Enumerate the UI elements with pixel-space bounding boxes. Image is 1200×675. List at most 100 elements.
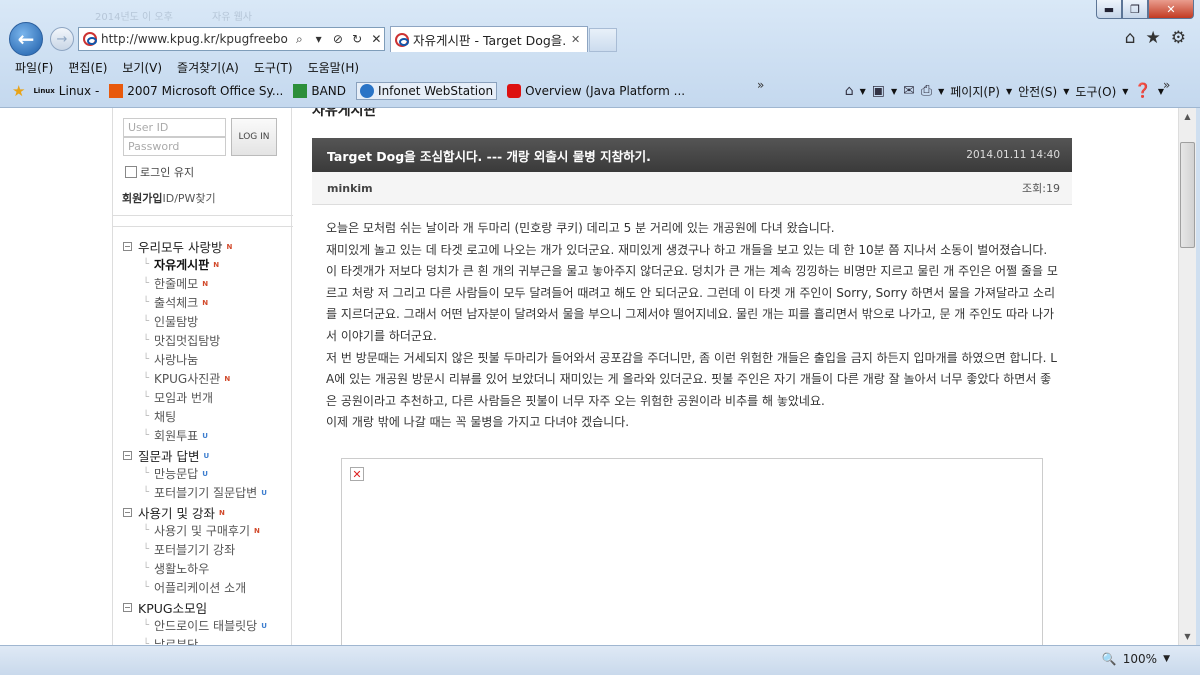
scrollbar-thumb[interactable] xyxy=(1180,142,1195,248)
sidebar-item-allqna[interactable]: └ 만능문답 U xyxy=(143,465,208,482)
mail-icon[interactable]: ✉ xyxy=(903,83,915,99)
tree-branch-icon: └ xyxy=(143,392,150,403)
join-link[interactable]: 회원가입 xyxy=(122,192,162,205)
vertical-scrollbar[interactable]: ▲ ▼ xyxy=(1178,108,1196,645)
favorites-star-icon[interactable]: ★ xyxy=(1146,28,1161,48)
tools-menu[interactable]: 도구(O) xyxy=(1075,83,1116,100)
sidebar-item-people[interactable]: └ 인물탐방 xyxy=(143,313,198,330)
scroll-down-arrow-icon[interactable]: ▼ xyxy=(1179,628,1196,645)
sidebar-item-label: KPUG사진관 xyxy=(154,372,221,386)
dropdown-arrow-icon[interactable]: ▾ xyxy=(311,32,326,46)
stop-icon[interactable]: ✕ xyxy=(369,32,384,46)
sidebar-item-chat[interactable]: └ 채팅 xyxy=(143,408,176,425)
active-tab[interactable]: 자유게시판 - Target Dog을... ✕ xyxy=(390,26,588,52)
dropdown-arrow-icon[interactable]: ▼ xyxy=(1158,87,1164,96)
dropdown-arrow-icon[interactable]: ▼ xyxy=(1122,87,1128,96)
refresh-icon[interactable]: ↻ xyxy=(350,32,365,46)
home-icon[interactable]: ⌂ xyxy=(845,83,854,99)
home-icon[interactable]: ⌂ xyxy=(1125,28,1136,48)
minimize-button[interactable]: ▬ xyxy=(1096,0,1122,19)
dropdown-arrow-icon[interactable]: ▼ xyxy=(891,87,897,96)
help-icon[interactable]: ❓ xyxy=(1134,83,1151,99)
sidebar-item-meetups[interactable]: └ 모임과 번개 xyxy=(143,389,213,406)
close-button[interactable]: ✕ xyxy=(1148,0,1194,19)
page-menu[interactable]: 페이지(P) xyxy=(950,83,1000,100)
sidebar-category-groups[interactable]: KPUG소모임 xyxy=(123,598,207,617)
sidebar-item-label: 회원투표 xyxy=(154,429,199,443)
find-id-link[interactable]: ID/PW찾기 xyxy=(162,192,215,205)
user-id-input[interactable]: User ID xyxy=(123,118,226,137)
sidebar-category-reviews[interactable]: 사용기 및 강좌 N xyxy=(123,503,225,522)
safety-menu[interactable]: 안전(S) xyxy=(1018,83,1057,100)
favorite-label: 2007 Microsoft Office Sy... xyxy=(127,84,284,98)
favorite-band[interactable]: BAND xyxy=(293,84,346,98)
tree-branch-icon: └ xyxy=(143,582,150,593)
sidebar-category-qna[interactable]: 질문과 답변 U xyxy=(123,446,209,465)
compatibility-icon[interactable]: ⊘ xyxy=(330,32,345,46)
sidebar-item-label: 포터블기기 강좌 xyxy=(154,543,236,557)
favorite-office[interactable]: 2007 Microsoft Office Sy... xyxy=(109,84,283,98)
post-paragraph: 이제 개랑 밖에 나갈 때는 꼭 물병을 가지고 다녀야 겠습니다. xyxy=(326,415,630,430)
password-input[interactable]: Password xyxy=(123,137,226,156)
address-bar[interactable]: http://www.kpug.kr/kpugfreeboard/ ⌕ ▾ ⊘ … xyxy=(78,27,385,51)
sidebar-item-portable-qna[interactable]: └ 포터블기기 질문답변 U xyxy=(143,484,267,501)
tree-branch-icon: └ xyxy=(143,563,150,574)
zoom-control[interactable]: 🔍 100% ▼ xyxy=(1102,652,1170,666)
menu-file[interactable]: 파일(F) xyxy=(15,59,53,76)
back-button[interactable]: ← xyxy=(9,22,43,56)
sidebar-item-label: 질문과 답변 xyxy=(138,449,200,464)
tab-close-icon[interactable]: ✕ xyxy=(571,33,580,46)
print-icon[interactable]: ⎙ xyxy=(921,83,932,99)
login-button[interactable]: LOG IN xyxy=(231,118,277,156)
collapse-icon xyxy=(123,508,132,517)
menu-edit[interactable]: 편집(E) xyxy=(68,59,107,76)
sidebar-item-label: 출석체크 xyxy=(154,296,199,310)
favorite-java[interactable]: Overview (Java Platform ... xyxy=(507,84,685,98)
remember-login[interactable]: 로그인 유지 xyxy=(125,164,194,180)
sidebar-item-purchase-reviews[interactable]: └ 사용기 및 구매후기 N xyxy=(143,522,260,539)
sidebar-item-freeboard[interactable]: └ 자유게시판 N xyxy=(143,256,219,273)
remember-checkbox[interactable] xyxy=(125,166,137,178)
dropdown-arrow-icon[interactable]: ▼ xyxy=(860,87,866,96)
dropdown-arrow-icon[interactable]: ▼ xyxy=(938,87,944,96)
remember-label: 로그인 유지 xyxy=(140,166,195,179)
menu-favorites[interactable]: 즐겨찾기(A) xyxy=(177,59,239,76)
back-arrow-icon: ← xyxy=(17,27,35,51)
sidebar-item-android-tablet[interactable]: └ 안드로이드 태블릿당 U xyxy=(143,617,267,634)
gear-icon[interactable]: ⚙ xyxy=(1171,28,1186,48)
favorite-infonet[interactable]: Infonet WebStation xyxy=(356,82,498,100)
sidebar-category-lounge[interactable]: 우리모두 사랑방 N xyxy=(123,237,232,256)
rss-feed-icon[interactable]: ▣ xyxy=(872,83,885,99)
sidebar-item-label: 자유게시판 xyxy=(154,258,210,272)
favorite-linux[interactable]: Linux Linux - xyxy=(25,84,99,98)
maximize-button[interactable]: ❐ xyxy=(1122,0,1148,19)
sidebar-item-restaurants[interactable]: └ 맛집멋집탐방 xyxy=(143,332,220,349)
new-tab-button[interactable] xyxy=(589,28,617,52)
view-count: 조회:19 xyxy=(1022,182,1060,195)
sidebar-item-lifehacks[interactable]: └ 생활노하우 xyxy=(143,560,209,577)
favorites-overflow-icon[interactable]: » xyxy=(757,78,764,92)
tree-branch-icon: └ xyxy=(143,354,150,365)
sidebar-item-portable-lectures[interactable]: └ 포터블기기 강좌 xyxy=(143,541,235,558)
menu-help[interactable]: 도움말(H) xyxy=(308,59,360,76)
scroll-up-arrow-icon[interactable]: ▲ xyxy=(1179,108,1196,125)
sidebar-item-attendance[interactable]: └ 출석체크 N xyxy=(143,294,208,311)
sidebar-item-sharing[interactable]: └ 사랑나눔 xyxy=(143,351,198,368)
dropdown-arrow-icon[interactable]: ▼ xyxy=(1163,654,1170,664)
post-author[interactable]: minkim xyxy=(327,182,373,195)
address-text[interactable]: http://www.kpug.kr/kpugfreeboard/ xyxy=(101,32,288,46)
menu-view[interactable]: 보기(V) xyxy=(122,59,162,76)
sidebar-item-memo[interactable]: └ 한줄메모 N xyxy=(143,275,208,292)
dropdown-arrow-icon[interactable]: ▼ xyxy=(1006,87,1012,96)
sidebar-item-bundang[interactable]: └ 날로분당 xyxy=(143,636,198,645)
favorites-star-icon[interactable]: ★ xyxy=(12,82,25,100)
search-icon[interactable]: ⌕ xyxy=(292,32,307,47)
sidebar-item-label: 한줄메모 xyxy=(154,277,199,291)
menu-tools[interactable]: 도구(T) xyxy=(254,59,293,76)
dropdown-arrow-icon[interactable]: ▼ xyxy=(1063,87,1069,96)
forward-button[interactable]: → xyxy=(50,27,74,51)
sidebar-item-apps[interactable]: └ 어플리케이션 소개 xyxy=(143,579,246,596)
tree-branch-icon: └ xyxy=(143,525,150,536)
sidebar-item-vote[interactable]: └ 회원투표 U xyxy=(143,427,208,444)
sidebar-item-photos[interactable]: └ KPUG사진관 N xyxy=(143,370,230,387)
